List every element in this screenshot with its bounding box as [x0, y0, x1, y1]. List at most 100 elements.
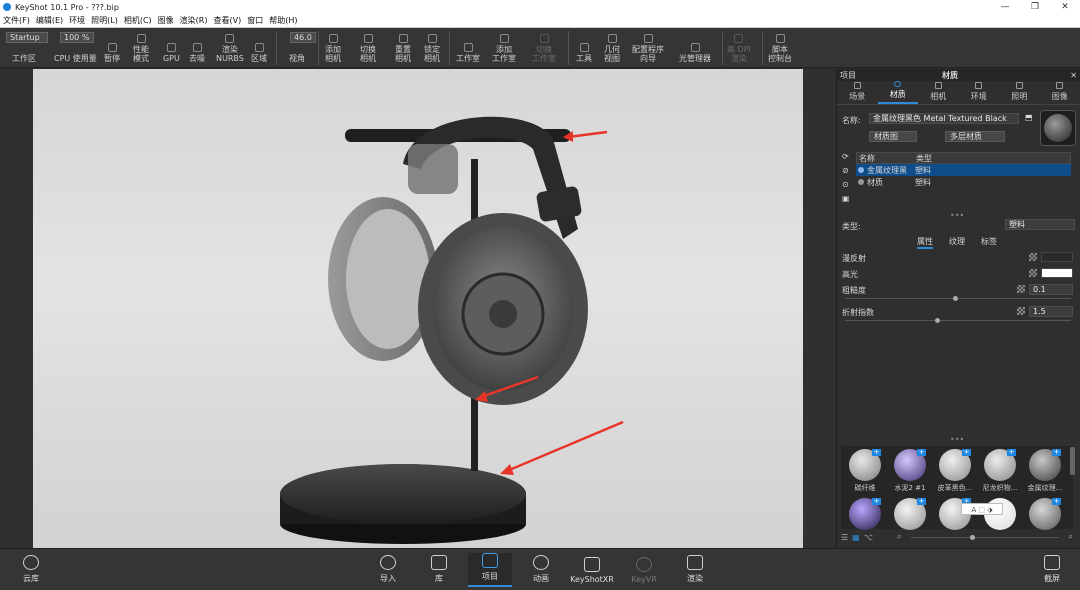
menu-help[interactable]: 帮助(H) [266, 15, 300, 26]
geometry-view-button[interactable]: 几何 视图 [604, 28, 620, 68]
splitter-dots-icon[interactable]: ••• [950, 211, 964, 220]
denoise-button[interactable]: 去噪 [189, 28, 205, 68]
multi-material-button[interactable]: 多层材质 [945, 131, 1005, 142]
headphone-scene [280, 116, 624, 544]
diffuse-color-swatch[interactable] [1041, 252, 1073, 262]
material-graph-button[interactable]: 材质图 [869, 131, 917, 142]
ior-texture-icon[interactable] [1017, 307, 1025, 315]
roughness-texture-icon[interactable] [1017, 285, 1025, 293]
tab-image[interactable]: 图像 [1040, 81, 1080, 104]
ior-slider[interactable] [845, 318, 1071, 323]
delete-icon[interactable]: ▣ [842, 194, 852, 208]
maximize-button[interactable]: ❐ [1020, 2, 1050, 12]
animation-button[interactable]: 动画 [519, 553, 563, 587]
material-name-field[interactable]: 金属纹理黑色 Metal Textured Black [869, 113, 1019, 124]
menu-lighting[interactable]: 照明(L) [88, 15, 121, 26]
menu-camera[interactable]: 相机(C) [121, 15, 155, 26]
add-camera-button[interactable]: 添加 相机 [325, 28, 341, 68]
tab-camera[interactable]: 相机 [918, 81, 959, 104]
table-row[interactable]: 金属纹理黑 塑料 [856, 164, 1071, 176]
add-material-icon[interactable]: + [872, 498, 881, 505]
reset-camera-button[interactable]: 重置 相机 [395, 28, 411, 68]
gpu-button[interactable]: GPU [163, 28, 180, 68]
performance-mode-button[interactable]: 性能 模式 [133, 28, 149, 68]
list-view-icon[interactable]: ☰ [841, 533, 848, 542]
add-material-icon[interactable]: + [962, 449, 971, 456]
studio-button[interactable]: 工作室 [456, 28, 480, 68]
tools-button[interactable]: 工具 [576, 28, 592, 68]
thumbnail-size-slider[interactable] [911, 534, 1059, 540]
menu-environment[interactable]: 环境 [66, 15, 88, 26]
diffuse-texture-icon[interactable] [1029, 253, 1037, 261]
add-material-icon[interactable]: + [917, 498, 926, 505]
script-console-button[interactable]: 脚本 控制台 [768, 28, 792, 68]
library-scrollbar[interactable] [1070, 447, 1075, 475]
import-button[interactable]: 导入 [366, 553, 410, 587]
type-select[interactable]: 塑料 [1005, 219, 1075, 230]
roughness-field[interactable]: 0.1 [1029, 284, 1073, 295]
switch-camera-button[interactable]: 切换 相机 [360, 28, 376, 68]
search-icon[interactable]: ⌕ [897, 532, 901, 542]
add-material-icon[interactable]: + [917, 449, 926, 456]
add-material-icon[interactable]: + [1052, 498, 1061, 505]
region-button[interactable]: 区域 [251, 28, 267, 68]
link-icon[interactable]: ⊘ [842, 166, 852, 180]
thumbnail-size-knob[interactable] [970, 534, 976, 540]
panel-close-icon[interactable]: ✕ [1070, 71, 1077, 80]
library-button[interactable]: 库 [417, 553, 461, 587]
property-subtabs: 属性 纹理 标签 [917, 236, 997, 249]
cpu-usage-button[interactable]: CPU 使用量 [54, 28, 97, 68]
ior-slider-knob[interactable] [935, 318, 941, 323]
save-material-icon[interactable]: ⬒ [1025, 113, 1033, 122]
grid-view-icon[interactable]: ▦ [852, 533, 860, 542]
pause-button[interactable]: 暂停 [104, 28, 120, 68]
subtab-labels[interactable]: 标签 [981, 236, 997, 249]
zoom-icon[interactable]: ⌕ [1069, 532, 1073, 542]
table-row[interactable]: 材质 塑料 [856, 176, 1071, 188]
fov-button[interactable]: 视角 [289, 28, 305, 68]
add-material-icon[interactable]: + [1052, 449, 1061, 456]
workspace-button[interactable]: 工作区 [12, 28, 36, 68]
tab-material[interactable]: 材质 [877, 81, 918, 104]
menu-image[interactable]: 图像 [155, 15, 177, 26]
roughness-slider[interactable] [845, 296, 1071, 301]
subtab-properties[interactable]: 属性 [917, 236, 933, 249]
reset-camera-label: 重置 相机 [395, 45, 411, 63]
render-button[interactable]: 渲染 [673, 553, 717, 587]
splitter-dots-icon[interactable]: ••• [950, 435, 964, 444]
screenshot-button[interactable]: 截屏 [1030, 553, 1074, 587]
minimize-button[interactable]: — [990, 2, 1020, 12]
roughness-slider-knob[interactable] [953, 296, 959, 301]
duplicate-icon[interactable]: ⊙ [842, 180, 852, 194]
menu-view[interactable]: 查看(V) [210, 15, 244, 26]
project-button[interactable]: 项目 [468, 553, 512, 587]
add-material-icon[interactable]: + [872, 449, 881, 456]
keyvr-button[interactable]: KeyVR [622, 553, 666, 587]
menu-window[interactable]: 窗口 [244, 15, 266, 26]
add-material-icon[interactable]: + [1007, 449, 1016, 456]
refresh-icon[interactable]: ⟳ [842, 152, 852, 166]
cloud-library-button[interactable]: 云库 [9, 553, 53, 587]
switch-studio-button[interactable]: 切换 工作室 [532, 28, 556, 68]
tab-scene[interactable]: 场景 [837, 81, 878, 104]
ior-field[interactable]: 1.5 [1029, 306, 1073, 317]
render-viewport[interactable] [33, 69, 803, 548]
render-nurbs-button[interactable]: 渲染 NURBS [216, 28, 244, 68]
close-button[interactable]: ✕ [1050, 2, 1080, 12]
menu-edit[interactable]: 编辑(E) [33, 15, 66, 26]
keyshotxr-button[interactable]: KeyShotXR [570, 553, 614, 587]
tree-view-icon[interactable]: ⌥ [864, 533, 873, 542]
menu-file[interactable]: 文件(F) [0, 15, 33, 26]
subtab-textures[interactable]: 纹理 [949, 236, 965, 249]
config-wizard-button[interactable]: 配置程序 向导 [632, 28, 664, 68]
add-studio-button[interactable]: 添加 工作室 [492, 28, 516, 68]
specular-texture-icon[interactable] [1029, 269, 1037, 277]
lock-camera-button[interactable]: 锁定 相机 [424, 28, 440, 68]
tab-lighting[interactable]: 照明 [999, 81, 1040, 104]
library-label: 皮革黑色... [937, 484, 973, 492]
high-dpi-button[interactable]: 高 DPI 渲染 [727, 28, 751, 68]
menu-render[interactable]: 渲染(R) [177, 15, 211, 26]
light-manager-button[interactable]: 光管理器 [679, 28, 711, 68]
specular-color-swatch[interactable] [1041, 268, 1073, 278]
tab-environment[interactable]: 环境 [959, 81, 1000, 104]
